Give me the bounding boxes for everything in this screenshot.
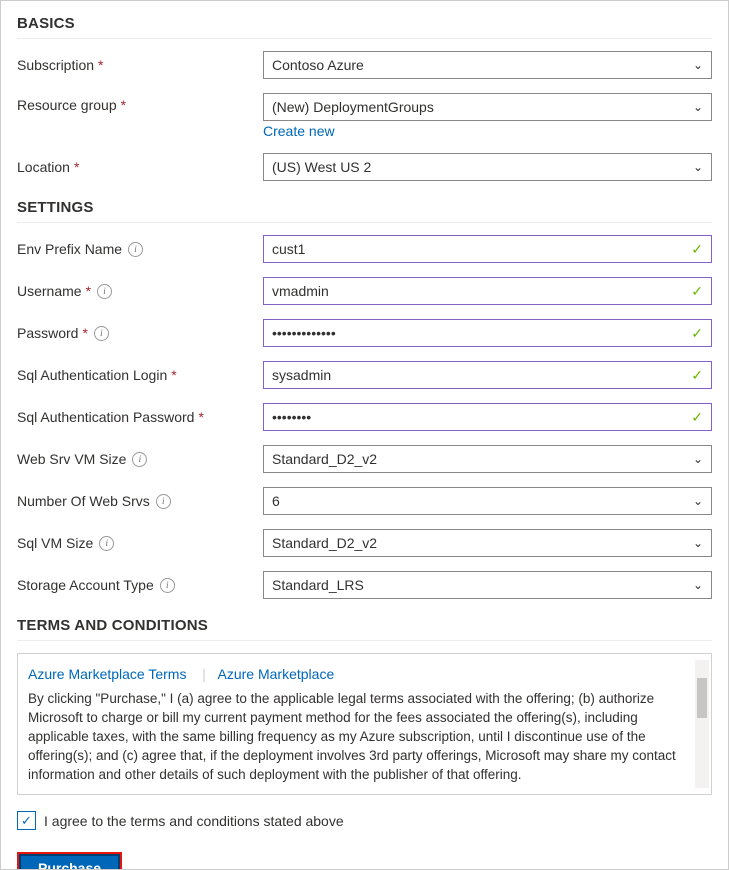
input-value: sysadmin xyxy=(272,367,331,383)
check-icon: ✓ xyxy=(691,241,703,258)
chevron-down-icon: ⌄ xyxy=(693,452,703,466)
chevron-down-icon: ⌄ xyxy=(693,58,703,72)
section-heading-terms: TERMS AND CONDITIONS xyxy=(17,617,712,634)
env-prefix-input[interactable]: cust1 ✓ xyxy=(263,235,712,263)
required-asterisk: * xyxy=(98,57,103,73)
terms-box: Azure Marketplace Terms | Azure Marketpl… xyxy=(17,653,712,795)
sql-login-label: Sql Authentication Login * xyxy=(17,367,263,383)
resource-group-select[interactable]: (New) DeploymentGroups ⌄ xyxy=(263,93,712,121)
input-value: cust1 xyxy=(272,241,305,257)
chevron-down-icon: ⌄ xyxy=(693,100,703,114)
label-text: Resource group xyxy=(17,97,117,113)
storage-label: Storage Account Type i xyxy=(17,577,263,593)
subscription-select[interactable]: Contoso Azure ⌄ xyxy=(263,51,712,79)
web-srv-vm-select[interactable]: Standard_D2_v2 ⌄ xyxy=(263,445,712,473)
marketplace-link[interactable]: Azure Marketplace xyxy=(218,666,335,682)
select-value: Standard_D2_v2 xyxy=(272,451,377,467)
required-asterisk: * xyxy=(74,159,79,175)
agree-checkbox[interactable]: ✓ xyxy=(17,811,36,830)
label-text: Password xyxy=(17,325,78,341)
select-value: 6 xyxy=(272,493,280,509)
check-icon: ✓ xyxy=(691,325,703,342)
location-label: Location * xyxy=(17,159,263,175)
label-text: Storage Account Type xyxy=(17,577,154,593)
required-asterisk: * xyxy=(171,367,176,383)
label-text: Username xyxy=(17,283,82,299)
chevron-down-icon: ⌄ xyxy=(693,160,703,174)
select-value: Standard_D2_v2 xyxy=(272,535,377,551)
check-icon: ✓ xyxy=(691,409,703,426)
required-asterisk: * xyxy=(86,283,91,299)
divider xyxy=(17,38,712,39)
label-text: Sql Authentication Login xyxy=(17,367,167,383)
username-label: Username * i xyxy=(17,283,263,299)
check-icon: ✓ xyxy=(691,367,703,384)
marketplace-terms-link[interactable]: Azure Marketplace Terms xyxy=(28,666,186,682)
sql-vm-select[interactable]: Standard_D2_v2 ⌄ xyxy=(263,529,712,557)
section-heading-basics: BASICS xyxy=(17,15,712,32)
password-input[interactable]: ••••••••••••• ✓ xyxy=(263,319,712,347)
input-value: vmadmin xyxy=(272,283,329,299)
sql-password-label: Sql Authentication Password * xyxy=(17,409,263,425)
info-icon[interactable]: i xyxy=(160,578,175,593)
web-srv-vm-label: Web Srv VM Size i xyxy=(17,451,263,467)
section-heading-settings: SETTINGS xyxy=(17,199,712,216)
select-value: (US) West US 2 xyxy=(272,159,371,175)
agree-label: I agree to the terms and conditions stat… xyxy=(44,813,344,829)
info-icon[interactable]: i xyxy=(128,242,143,257)
chevron-down-icon: ⌄ xyxy=(693,494,703,508)
num-web-srvs-select[interactable]: 6 ⌄ xyxy=(263,487,712,515)
check-icon: ✓ xyxy=(691,283,703,300)
info-icon[interactable]: i xyxy=(99,536,114,551)
label-text: Sql Authentication Password xyxy=(17,409,194,425)
select-value: Contoso Azure xyxy=(272,57,364,73)
select-value: Standard_LRS xyxy=(272,577,364,593)
required-asterisk: * xyxy=(121,97,126,113)
env-prefix-label: Env Prefix Name i xyxy=(17,241,263,257)
label-text: Web Srv VM Size xyxy=(17,451,126,467)
label-text: Sql VM Size xyxy=(17,535,93,551)
storage-select[interactable]: Standard_LRS ⌄ xyxy=(263,571,712,599)
label-text: Subscription xyxy=(17,57,94,73)
required-asterisk: * xyxy=(198,409,203,425)
purchase-button[interactable]: Purchase xyxy=(17,852,122,870)
username-input[interactable]: vmadmin ✓ xyxy=(263,277,712,305)
select-value: (New) DeploymentGroups xyxy=(272,99,434,115)
info-icon[interactable]: i xyxy=(132,452,147,467)
location-select[interactable]: (US) West US 2 ⌄ xyxy=(263,153,712,181)
password-label: Password * i xyxy=(17,325,263,341)
resource-group-label: Resource group * xyxy=(17,93,263,113)
input-value: •••••••• xyxy=(272,409,311,425)
sql-login-input[interactable]: sysadmin ✓ xyxy=(263,361,712,389)
label-text: Env Prefix Name xyxy=(17,241,122,257)
divider xyxy=(17,222,712,223)
info-icon[interactable]: i xyxy=(97,284,112,299)
sql-password-input[interactable]: •••••••• ✓ xyxy=(263,403,712,431)
num-web-srvs-label: Number Of Web Srvs i xyxy=(17,493,263,509)
divider xyxy=(17,640,712,641)
info-icon[interactable]: i xyxy=(156,494,171,509)
label-text: Number Of Web Srvs xyxy=(17,493,150,509)
subscription-label: Subscription * xyxy=(17,57,263,73)
chevron-down-icon: ⌄ xyxy=(693,578,703,592)
create-new-link[interactable]: Create new xyxy=(263,123,712,139)
required-asterisk: * xyxy=(82,325,87,341)
terms-text: By clicking "Purchase," I (a) agree to t… xyxy=(28,690,705,784)
input-value: ••••••••••••• xyxy=(272,325,336,341)
scrollbar[interactable] xyxy=(695,660,709,788)
sql-vm-label: Sql VM Size i xyxy=(17,535,263,551)
scrollbar-thumb[interactable] xyxy=(697,678,707,718)
divider: | xyxy=(202,667,206,682)
chevron-down-icon: ⌄ xyxy=(693,536,703,550)
label-text: Location xyxy=(17,159,70,175)
info-icon[interactable]: i xyxy=(94,326,109,341)
